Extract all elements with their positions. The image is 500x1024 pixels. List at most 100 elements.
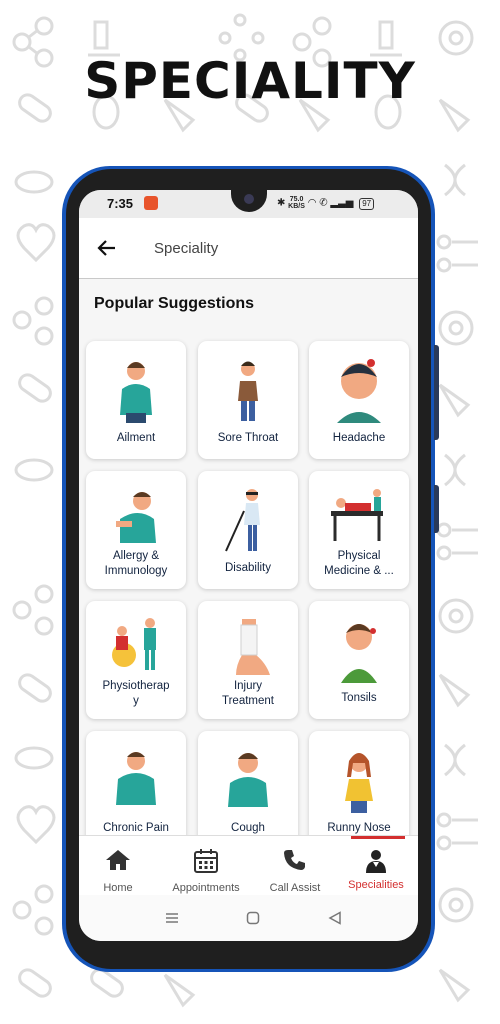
headache-illustration [337,359,381,423]
back-arrow-icon[interactable] [95,236,119,260]
heart-icon [16,223,56,263]
nav-label-active: Specialities [348,879,404,891]
speciality-card-tonsils[interactable]: Tonsils [309,601,409,719]
home-nav-icon[interactable] [246,911,260,925]
card-label: Tonsils [341,692,377,704]
cough-illustration [228,753,268,807]
card-label-line2: y [133,695,139,707]
system-nav-bar [79,895,418,941]
speciality-card-headache[interactable]: Headache [309,341,409,459]
dna-icon [444,163,466,197]
satellite-icon-4 [163,973,196,1008]
status-bar: 7:35 ✱ 75.0 KB/S ◠ ✆ ▂▃▅ 97 [79,190,418,218]
nav-label: Appointments [172,882,240,894]
physiotherapy-illustration [112,618,156,670]
arrows-icon-3 [436,812,478,851]
speciality-card-runny-nose[interactable]: Runny Nose [309,731,409,835]
disability-illustration [225,489,260,552]
phone-icon [284,850,305,870]
dna-icon-2 [444,453,466,487]
card-label-line1: Physiotherap [102,680,170,692]
tonsils-illustration [341,624,377,683]
card-label: Sore Throat [217,432,279,444]
nav-label: Home [103,882,133,894]
speciality-card-chronic-pain[interactable]: Chronic Pain [86,731,186,835]
card-label-line1: Physical [337,550,381,562]
card-label-line2: Medicine & ... [324,565,394,577]
eye-icon-4 [438,887,474,923]
injury-illustration [236,619,270,675]
nav-call-assist[interactable]: Call Assist [261,836,329,896]
satellite-icon-3 [438,673,471,708]
card-label: Chronic Pain [103,822,169,834]
allergy-illustration [116,492,156,543]
pills-icon-4 [18,968,52,998]
page-headline: SPECIALITY [84,52,416,110]
runny-nose-illustration [345,753,373,813]
speciality-card-physiotherapy[interactable]: Physiotherap y [86,601,186,719]
speciality-card-ailment[interactable]: Ailment [86,341,186,459]
app-bar: Speciality [79,218,418,279]
speciality-card-allergy[interactable]: Allergy & Immunology [86,471,186,589]
speciality-card-disability[interactable]: Disability [198,471,298,589]
active-indicator [351,836,405,839]
speciality-card-physical-medicine[interactable]: Physical Medicine & ... [309,471,409,589]
power-button [434,485,439,533]
phone-screen: 7:35 ✱ 75.0 KB/S ◠ ✆ ▂▃▅ 97 Speciality Po… [79,190,418,941]
camera-notch [231,190,267,212]
satellite-icon-2 [438,383,471,418]
notification-icon [144,196,158,210]
card-label: Cough [231,822,265,834]
speciality-card-injury-treatment[interactable]: Injury Treatment [198,601,298,719]
card-label: Headache [332,432,386,444]
bluetooth-icon: ✱ [277,197,286,209]
card-label-line2: Immunology [104,565,168,577]
molecule-icon-4 [12,584,54,636]
calendar-icon [194,849,218,873]
call-icon: ✆ [319,197,328,209]
section-title: Popular Suggestions [94,295,255,312]
sore-throat-illustration [238,361,258,421]
pills-icon-2 [18,373,52,403]
capsule-icon [14,170,54,194]
eye-icon-2 [438,310,474,346]
volume-button [434,345,439,440]
doctor-icon [366,850,386,873]
signal-icon: ▂▃▅ [330,197,354,209]
status-icons: ✱ 75.0 KB/S ◠ ✆ ▂▃▅ 97 [277,196,375,210]
satellite-icon-5 [438,968,471,1003]
speciality-card-sore-throat[interactable]: Sore Throat [198,341,298,459]
recents-icon[interactable] [165,911,179,925]
app-bar-title: Speciality [154,240,219,257]
card-label-line2: Treatment [222,695,274,707]
home-icon [106,850,130,870]
back-nav-icon[interactable] [328,911,342,925]
molecule-icon-3 [12,296,54,346]
net-speed: 75.0 KB/S [288,196,305,210]
card-label: Runny Nose [327,822,391,834]
status-time: 7:35 [107,196,134,211]
microscope-icon-2 [370,20,402,57]
battery-indicator: 97 [359,197,375,210]
arrows-icon-2 [436,522,478,561]
heart-icon-2 [16,805,56,845]
microscope-icon [88,20,120,57]
ailment-illustration [120,362,152,423]
speciality-content: Popular Suggestions Ailment Sore Throat … [79,279,418,835]
dna-icon-3 [444,743,466,777]
nav-home[interactable]: Home [89,836,147,896]
card-label-line1: Allergy & [112,550,160,562]
chronic-pain-illustration [116,752,156,805]
eye-icon-3 [438,598,474,634]
card-label: Disability [224,562,271,574]
bottom-navigation: Home Appointments Call Assist Specialiti… [79,835,418,896]
speciality-card-cough[interactable]: Cough [198,731,298,835]
nav-appointments[interactable]: Appointments [165,836,247,896]
capsule-icon-2 [14,458,54,482]
pills-icon-3 [18,673,52,703]
physical-medicine-illustration [331,489,383,541]
capsule-icon-3 [14,746,54,770]
eye-icon [438,20,474,56]
nav-specialities[interactable]: Specialities [343,836,409,896]
wifi-icon: ◠ [307,197,317,209]
